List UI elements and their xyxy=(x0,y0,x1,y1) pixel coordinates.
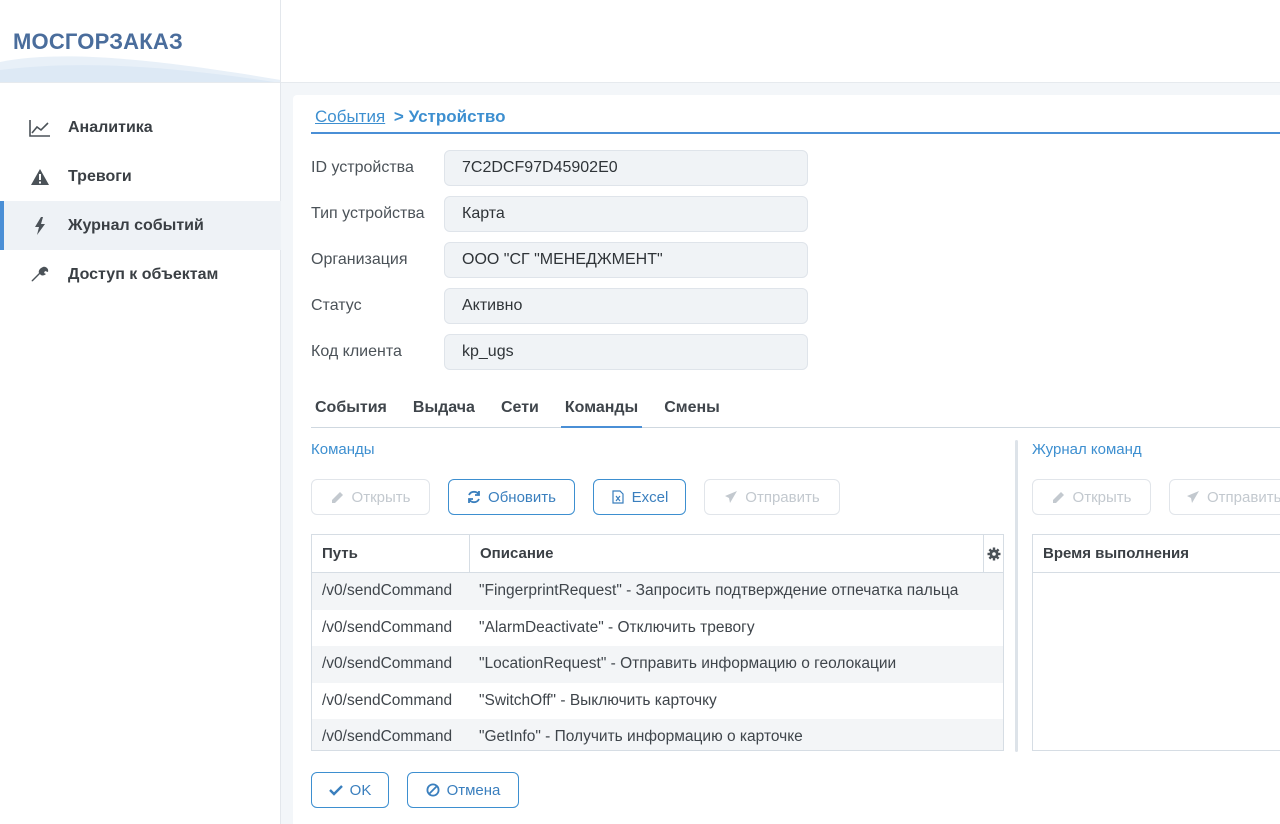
cell-description: "GetInfo" - Получить информацию о карточ… xyxy=(479,728,803,746)
excel-export-button[interactable]: Excel xyxy=(593,479,686,515)
commands-table-header: Путь Описание xyxy=(312,535,1003,573)
device-tabs: События Выдача Сети Команды Смены xyxy=(311,389,1280,428)
wrench-icon xyxy=(29,264,51,286)
form-row-device-type: Тип устройства Карта xyxy=(311,196,808,232)
commands-title: Команды xyxy=(311,441,375,458)
cell-path: /v0/sendCommand xyxy=(322,691,453,709)
bolt-icon xyxy=(29,215,51,237)
ok-button[interactable]: OK xyxy=(311,772,389,808)
splitter-handle[interactable] xyxy=(1015,440,1018,752)
refresh-button[interactable]: Обновить xyxy=(448,479,575,515)
tab-shifts[interactable]: Смены xyxy=(660,389,724,427)
chart-line-icon xyxy=(29,117,51,139)
cancel-label: Отмена xyxy=(446,781,501,799)
sidebar: МОСГОРЗАКАЗ Аналитика Тревоги Журнал соб… xyxy=(0,0,281,824)
sidebar-item-analytics[interactable]: Аналитика xyxy=(0,103,281,152)
device-type-field[interactable]: Карта xyxy=(444,196,808,232)
top-bar xyxy=(281,0,1280,83)
tab-events[interactable]: События xyxy=(311,389,391,427)
form-row-client-code: Код клиента kp_ugs xyxy=(311,334,808,370)
table-row[interactable]: /v0/sendCommand "GetInfo" - Получить инф… xyxy=(312,719,1003,750)
tab-commands[interactable]: Команды xyxy=(560,389,643,428)
open-command-button[interactable]: Открыть xyxy=(311,479,430,515)
breadcrumb-current: > Устройство xyxy=(393,107,506,126)
gear-icon[interactable] xyxy=(984,535,1003,572)
logo-area: МОСГОРЗАКАЗ xyxy=(0,0,280,83)
tab-networks[interactable]: Сети xyxy=(497,389,543,427)
breadcrumb-events-link[interactable]: События xyxy=(315,107,385,126)
cell-path: /v0/sendCommand xyxy=(322,728,453,746)
device-panel: События > Устройство ID устройства 7C2DC… xyxy=(293,95,1280,824)
sidebar-item-event-log[interactable]: Журнал событий xyxy=(0,201,281,250)
sidebar-nav: Аналитика Тревоги Журнал событий Доступ … xyxy=(0,103,281,299)
table-row[interactable]: /v0/sendCommand "SwitchOff" - Выключить … xyxy=(312,683,1003,720)
organization-field[interactable]: ООО "СГ "МЕНЕДЖМЕНТ" xyxy=(444,242,808,278)
tab-issuance[interactable]: Выдача xyxy=(409,389,479,427)
excel-label: Excel xyxy=(631,488,669,506)
organization-label: Организация xyxy=(311,251,408,268)
send-journal-button[interactable]: Отправить xyxy=(1169,479,1280,515)
cell-path: /v0/sendCommand xyxy=(322,582,453,600)
cancel-button[interactable]: Отмена xyxy=(407,772,519,808)
device-type-label: Тип устройства xyxy=(311,205,425,222)
device-id-label: ID устройства xyxy=(311,159,414,176)
pencil-icon xyxy=(331,490,345,504)
status-field[interactable]: Активно xyxy=(444,288,808,324)
send-command-button[interactable]: Отправить xyxy=(704,479,840,515)
journal-title: Журнал команд xyxy=(1032,441,1142,458)
paper-plane-icon xyxy=(724,490,738,504)
sidebar-item-object-access[interactable]: Доступ к объектам xyxy=(0,250,281,299)
send-command-label: Отправить xyxy=(745,488,820,506)
send-journal-label: Отправить xyxy=(1207,488,1280,506)
table-row[interactable]: /v0/sendCommand "FingerprintRequest" - З… xyxy=(312,573,1003,610)
paper-plane-icon xyxy=(1186,490,1200,504)
open-command-label: Открыть xyxy=(351,488,411,506)
column-header-exec-time[interactable]: Время выполнения xyxy=(1033,535,1280,573)
open-journal-button[interactable]: Открыть xyxy=(1032,479,1151,515)
sidebar-item-label: Журнал событий xyxy=(68,216,204,234)
open-journal-label: Открыть xyxy=(1072,488,1132,506)
pencil-icon xyxy=(1052,490,1066,504)
breadcrumb: События > Устройство xyxy=(315,107,505,127)
refresh-icon xyxy=(467,490,481,504)
cell-description: "AlarmDeactivate" - Отключить тревогу xyxy=(479,618,755,636)
column-header-description[interactable]: Описание xyxy=(470,535,984,572)
breadcrumb-underline xyxy=(311,132,1280,134)
table-row[interactable]: /v0/sendCommand "LocationRequest" - Отпр… xyxy=(312,646,1003,683)
column-header-path[interactable]: Путь xyxy=(312,535,470,572)
cell-path: /v0/sendCommand xyxy=(322,618,453,636)
sidebar-item-label: Доступ к объектам xyxy=(68,265,219,283)
excel-file-icon xyxy=(611,490,625,504)
warning-icon xyxy=(29,166,51,188)
sidebar-item-label: Аналитика xyxy=(68,118,153,136)
sidebar-item-alarms[interactable]: Тревоги xyxy=(0,152,281,201)
cell-description: "SwitchOff" - Выключить карточку xyxy=(479,691,717,709)
client-code-label: Код клиента xyxy=(311,343,402,360)
commands-table: Путь Описание /v0/sendCommand "Fingerpri… xyxy=(311,534,1004,751)
device-id-field[interactable]: 7C2DCF97D45902E0 xyxy=(444,150,808,186)
table-row[interactable]: /v0/sendCommand "AlarmDeactivate" - Откл… xyxy=(312,610,1003,647)
check-icon xyxy=(328,783,343,797)
form-row-organization: Организация ООО "СГ "МЕНЕДЖМЕНТ" xyxy=(311,242,808,278)
sidebar-item-label: Тревоги xyxy=(68,167,132,185)
ok-label: OK xyxy=(349,781,372,799)
cell-path: /v0/sendCommand xyxy=(322,655,453,673)
journal-table: Время выполнения xyxy=(1032,534,1280,751)
commands-table-body: /v0/sendCommand "FingerprintRequest" - З… xyxy=(312,573,1003,750)
cell-description: "FingerprintRequest" - Запросить подтвер… xyxy=(479,582,959,600)
ban-icon xyxy=(426,783,440,797)
logo[interactable]: МОСГОРЗАКАЗ xyxy=(13,29,183,55)
client-code-field[interactable]: kp_ugs xyxy=(444,334,808,370)
cell-description: "LocationRequest" - Отправить информацию… xyxy=(479,655,897,673)
refresh-label: Обновить xyxy=(488,488,556,506)
form-row-device-id: ID устройства 7C2DCF97D45902E0 xyxy=(311,150,808,186)
status-label: Статус xyxy=(311,297,362,314)
form-row-status: Статус Активно xyxy=(311,288,808,324)
